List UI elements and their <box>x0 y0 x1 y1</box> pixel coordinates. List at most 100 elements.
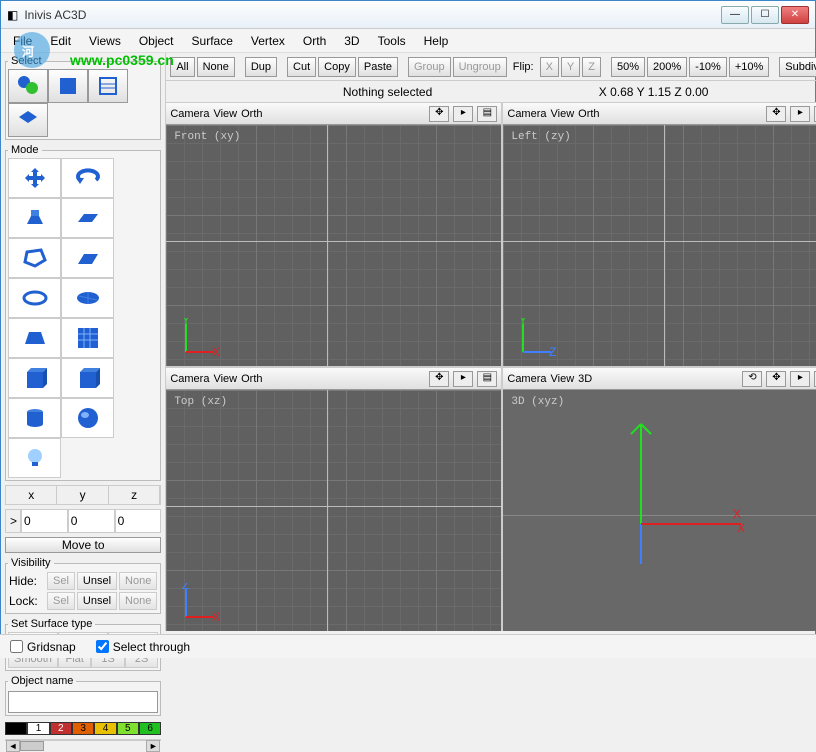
mode-cylinder[interactable] <box>8 398 61 438</box>
moveto-button[interactable]: Move to <box>5 537 161 553</box>
coord-y-input[interactable] <box>68 509 115 533</box>
svg-text:X: X <box>733 507 741 521</box>
menu-orth[interactable]: Orth <box>295 32 334 50</box>
view-max-icon[interactable]: ▸ <box>790 371 810 387</box>
viewport-left[interactable]: CameraViewOrth✥▸▤ Left (zy) YZ <box>503 103 816 366</box>
tb-copy[interactable]: Copy <box>318 57 356 77</box>
view-max-icon[interactable]: ▸ <box>453 371 473 387</box>
axis-icon: YX <box>180 318 220 358</box>
menu-edit[interactable]: Edit <box>42 32 79 50</box>
lock-unsel[interactable]: Unsel <box>77 592 117 610</box>
select-panel: Select <box>5 55 161 140</box>
tb-subdiv[interactable]: Subdiv + <box>779 57 816 77</box>
mode-trapezoid[interactable] <box>8 318 61 358</box>
coord-z-input[interactable] <box>115 509 162 533</box>
view-max-icon[interactable]: ▸ <box>453 106 473 122</box>
status-selection: Nothing selected <box>176 85 598 99</box>
axis-icon: YZ <box>517 318 557 358</box>
maximize-button[interactable]: ☐ <box>751 6 779 24</box>
hide-sel[interactable]: Sel <box>47 572 75 590</box>
select-through-checkbox[interactable]: Select through <box>96 640 190 654</box>
viewport-front[interactable]: CameraViewOrth✥▸▤ Front (xy) YX <box>166 103 501 366</box>
tb-paste[interactable]: Paste <box>358 57 398 77</box>
svg-text:Z: Z <box>182 583 189 592</box>
select-mode-4[interactable] <box>8 103 48 137</box>
view-max-icon[interactable]: ▸ <box>790 106 810 122</box>
view-move-icon[interactable]: ✥ <box>429 106 449 122</box>
hide-none[interactable]: None <box>119 572 157 590</box>
mode-disk[interactable] <box>61 278 114 318</box>
menu-object[interactable]: Object <box>131 32 182 50</box>
coord-x-input[interactable] <box>21 509 68 533</box>
mode-rect[interactable] <box>61 238 114 278</box>
tb-dup[interactable]: Dup <box>245 57 277 77</box>
gridsnap-checkbox[interactable]: Gridsnap <box>10 640 76 654</box>
view-move-icon[interactable]: ✥ <box>429 371 449 387</box>
window-title: Inivis AC3D <box>24 8 721 22</box>
tb-50[interactable]: 50% <box>611 57 645 77</box>
mode-rotate[interactable] <box>61 158 114 198</box>
menu-help[interactable]: Help <box>416 32 457 50</box>
tb-flip-y[interactable]: Y <box>561 57 580 77</box>
color-swatch[interactable] <box>5 722 27 735</box>
menu-vertex[interactable]: Vertex <box>243 32 293 50</box>
mode-light[interactable] <box>8 438 61 478</box>
view-move-icon[interactable]: ✥ <box>766 371 786 387</box>
tb-200[interactable]: 200% <box>647 57 687 77</box>
tb-group[interactable]: Group <box>408 57 451 77</box>
swatch-scrollbar[interactable]: ◄ ► <box>5 739 161 741</box>
color-swatch[interactable]: 4 <box>94 722 116 735</box>
view-rotate-icon[interactable]: ⟲ <box>742 371 762 387</box>
tb-none[interactable]: None <box>197 57 235 77</box>
menu-tools[interactable]: Tools <box>370 32 414 50</box>
svg-text:Y: Y <box>182 318 190 327</box>
svg-text:X: X <box>212 610 220 623</box>
tb-m10[interactable]: -10% <box>689 57 727 77</box>
color-swatch[interactable]: 1 <box>27 722 49 735</box>
mode-poly[interactable] <box>8 238 61 278</box>
tb-flip-z[interactable]: Z <box>582 57 601 77</box>
menu-views[interactable]: Views <box>81 32 129 50</box>
mode-plane[interactable] <box>61 198 114 238</box>
tb-cut[interactable]: Cut <box>287 57 316 77</box>
view-move-icon[interactable]: ✥ <box>766 106 786 122</box>
mode-cube[interactable] <box>8 358 61 398</box>
scroll-thumb[interactable] <box>20 741 44 751</box>
scroll-right-icon[interactable]: ► <box>146 740 160 752</box>
view-opts-icon[interactable]: ▤ <box>477 371 497 387</box>
select-mode-3[interactable] <box>88 69 128 103</box>
color-swatch[interactable]: 3 <box>72 722 94 735</box>
viewport-3d[interactable]: CameraView3D⟲✥▸▤ 3D (xyz) X X <box>503 368 816 631</box>
lock-none[interactable]: None <box>119 592 157 610</box>
color-swatch[interactable]: 5 <box>117 722 139 735</box>
mode-box[interactable] <box>61 358 114 398</box>
tb-p10[interactable]: +10% <box>729 57 769 77</box>
coord-header: x y z <box>5 485 161 505</box>
mode-extrude[interactable] <box>8 198 61 238</box>
color-swatch[interactable]: 2 <box>50 722 72 735</box>
tb-flip-x[interactable]: X <box>540 57 559 77</box>
mode-move[interactable] <box>8 158 61 198</box>
hide-unsel[interactable]: Unsel <box>77 572 117 590</box>
app-icon: ◧ <box>7 8 18 22</box>
mode-ellipse[interactable] <box>8 278 61 318</box>
object-name-input[interactable] <box>8 691 158 713</box>
mode-sphere[interactable] <box>61 398 114 438</box>
viewport-top[interactable]: CameraViewOrth✥▸▤ Top (xz) ZX <box>166 368 501 631</box>
select-mode-1[interactable] <box>8 69 48 103</box>
menu-file[interactable]: File <box>5 32 40 50</box>
minimize-button[interactable]: — <box>721 6 749 24</box>
lock-sel[interactable]: Sel <box>47 592 75 610</box>
view-opts-icon[interactable]: ▤ <box>477 106 497 122</box>
menu-3d[interactable]: 3D <box>336 32 367 50</box>
color-swatch[interactable]: 6 <box>139 722 161 735</box>
visibility-panel: Visibility Hide: Sel Unsel None Lock: Se… <box>5 557 161 614</box>
menu-surface[interactable]: Surface <box>184 32 241 50</box>
tb-all[interactable]: All <box>170 57 194 77</box>
mode-grid[interactable] <box>61 318 114 358</box>
scroll-left-icon[interactable]: ◄ <box>6 740 20 752</box>
select-mode-2[interactable] <box>48 69 88 103</box>
tb-ungroup[interactable]: Ungroup <box>453 57 507 77</box>
svg-text:Y: Y <box>519 318 527 327</box>
close-button[interactable]: ✕ <box>781 6 809 24</box>
